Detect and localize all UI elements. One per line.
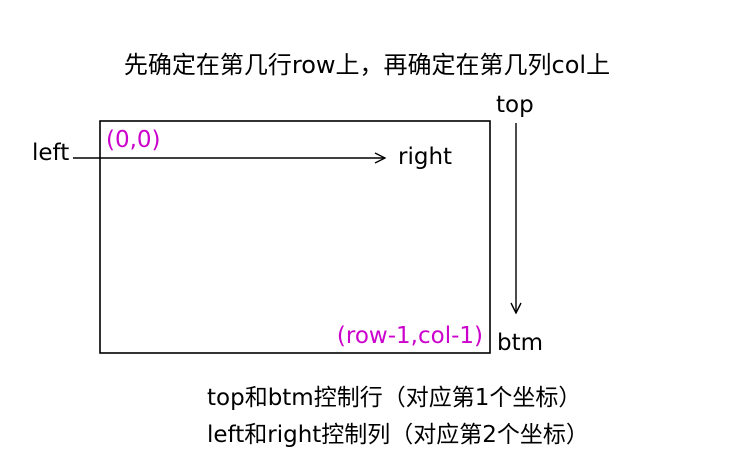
- label-left: left: [32, 140, 69, 166]
- label-top: top: [496, 92, 534, 118]
- label-origin: (0,0): [106, 127, 161, 153]
- note-line-2: left和right控制列（对应第2个坐标）: [207, 422, 589, 448]
- diagram-title: 先确定在第几行row上，再确定在第几列col上: [124, 51, 610, 79]
- label-right: right: [398, 144, 452, 170]
- label-btm: btm: [497, 330, 543, 356]
- matrix-coordinate-diagram: 先确定在第几行row上，再确定在第几列col上 left right top b…: [32, 51, 610, 448]
- label-corner: (row-1,col-1): [337, 323, 483, 349]
- note-line-1: top和btm控制行（对应第1个坐标）: [207, 385, 581, 411]
